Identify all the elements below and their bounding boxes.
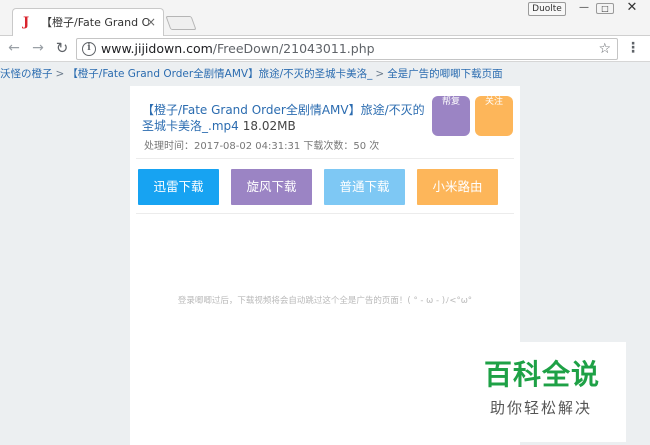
- site-favicon-icon: J: [23, 15, 30, 30]
- xunlei-download-button[interactable]: 迅雷下载: [138, 169, 219, 205]
- breadcrumb-item-current[interactable]: 全是广告的唧唧下载页面: [387, 68, 503, 80]
- file-title: 【橙子/Fate Grand Order全剧情AMV】旅途/不灭的圣城卡美洛_.…: [142, 102, 432, 134]
- browser-menu-icon[interactable]: ⋮: [626, 39, 640, 57]
- xiaomi-router-button[interactable]: 小米路由: [417, 169, 498, 205]
- forward-arrow-icon[interactable]: →: [30, 40, 46, 56]
- divider: [136, 213, 514, 214]
- url-host: www.jijidown.com: [101, 41, 213, 56]
- url-path: /FreeDown/21043011.php: [212, 41, 375, 56]
- window-restore-icon[interactable]: □: [596, 3, 614, 14]
- download-card: 【橙子/Fate Grand Order全剧情AMV】旅途/不灭的圣城卡美洛_.…: [130, 86, 520, 445]
- corner-button-orange[interactable]: 关注: [475, 96, 513, 136]
- address-bar[interactable]: i www.jijidown.com/FreeDown/21043011.php…: [76, 38, 618, 60]
- file-meta: 处理时间：2017-08-02 04:31:31 下载次数：50 次: [144, 141, 380, 152]
- breadcrumb-item-video[interactable]: 【橙子/Fate Grand Order全剧情AMV】旅途/不灭的圣城卡美洛_: [67, 68, 372, 80]
- file-size: 18.02MB: [242, 119, 296, 133]
- new-tab-button[interactable]: [165, 16, 197, 30]
- watermark-title: 百科全说: [484, 358, 601, 391]
- reload-icon[interactable]: ↻: [54, 40, 70, 56]
- login-notice: 登录唧唧过后，下载视频将会自动跳过这个全是广告的页面！( ° - ω - )ﾉ<…: [177, 296, 473, 306]
- browser-title-bar: J 【橙子/Fate Grand Orde × Duolte — □ ✕: [0, 0, 650, 36]
- site-info-icon[interactable]: i: [82, 42, 96, 56]
- breadcrumb: 沃怪の橙子 > 【橙子/Fate Grand Order全剧情AMV】旅途/不灭的圣…: [0, 66, 650, 82]
- xuanfeng-download-button[interactable]: 旋风下载: [231, 169, 312, 205]
- breadcrumb-separator: >: [375, 68, 385, 80]
- url-text[interactable]: www.jijidown.com/FreeDown/21043011.php: [101, 41, 375, 57]
- corner-button-purple[interactable]: 帮复: [432, 96, 470, 136]
- tab-title: 【橙子/Fate Grand Orde: [41, 16, 149, 29]
- breadcrumb-separator: >: [55, 68, 65, 80]
- profile-button[interactable]: Duolte: [528, 2, 566, 16]
- browser-toolbar: ← → ↻ i www.jijidown.com/FreeDown/210430…: [0, 36, 650, 62]
- tab-close-icon[interactable]: ×: [145, 15, 157, 29]
- page-viewport: 沃怪の橙子 > 【橙子/Fate Grand Order全剧情AMV】旅途/不灭的圣…: [0, 62, 650, 445]
- normal-download-button[interactable]: 普通下载: [324, 169, 405, 205]
- window-minimize-icon[interactable]: —: [574, 2, 594, 14]
- watermark-logo: 百科全说 助你轻松解决: [466, 342, 626, 442]
- browser-tab-active[interactable]: J 【橙子/Fate Grand Orde ×: [12, 8, 164, 36]
- bookmark-star-icon[interactable]: ☆: [598, 41, 611, 57]
- watermark-subtitle: 助你轻松解决: [490, 399, 593, 417]
- breadcrumb-item-user[interactable]: 沃怪の橙子: [0, 68, 53, 80]
- divider: [136, 158, 514, 159]
- window-close-icon[interactable]: ✕: [622, 1, 642, 14]
- back-arrow-icon[interactable]: ←: [6, 40, 22, 56]
